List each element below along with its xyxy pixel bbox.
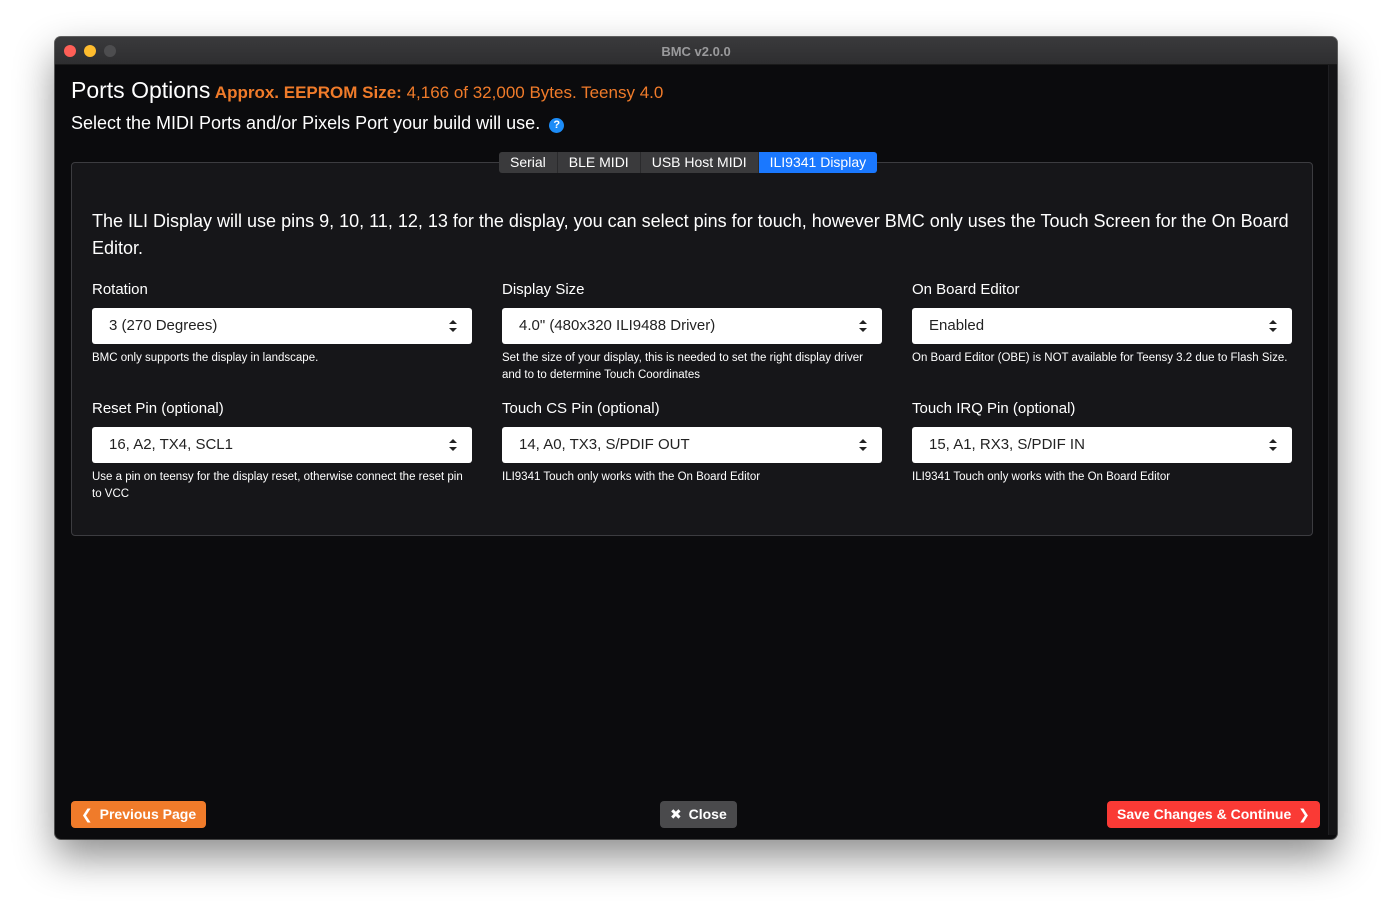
page-title: Ports Options bbox=[71, 77, 211, 103]
tab-ili9341-display[interactable]: ILI9341 Display bbox=[758, 152, 878, 173]
touch-cs-pin-help: ILI9341 Touch only works with the On Boa… bbox=[502, 471, 761, 483]
on-board-editor-label: On Board Editor bbox=[912, 281, 1020, 298]
page-subtitle: Select the MIDI Ports and/or Pixels Port… bbox=[71, 113, 565, 134]
previous-page-label: Previous Page bbox=[99, 806, 197, 822]
select-arrows-icon bbox=[859, 320, 867, 332]
panel-intro: The ILI Display will use pins 9, 10, 11,… bbox=[92, 211, 1289, 258]
reset-pin-field: Reset Pin (optional) 16, A2, TX4, SCL1 U… bbox=[92, 400, 472, 503]
touch-irq-pin-help: ILI9341 Touch only works with the On Boa… bbox=[912, 471, 1171, 483]
tab-panel: The ILI Display will use pins 9, 10, 11,… bbox=[71, 162, 1313, 536]
close-icon: ✖ bbox=[670, 806, 682, 822]
ports-tabs: Serial BLE MIDI USB Host MIDI ILI9341 Di… bbox=[499, 152, 878, 173]
touch-cs-pin-field: Touch CS Pin (optional) 14, A0, TX3, S/P… bbox=[502, 400, 882, 486]
display-size-field: Display Size 4.0" (480x320 ILI9488 Drive… bbox=[502, 281, 882, 384]
app-window: BMC v2.0.0 Ports Options Approx. EEPROM … bbox=[55, 37, 1337, 839]
select-arrows-icon bbox=[859, 439, 867, 451]
reset-pin-value: 16, A2, TX4, SCL1 bbox=[109, 436, 233, 453]
tab-usb-host-midi[interactable]: USB Host MIDI bbox=[640, 152, 759, 173]
rotation-help: BMC only supports the display in landsca… bbox=[92, 352, 319, 364]
reset-pin-help: Use a pin on teensy for the display rese… bbox=[92, 471, 463, 500]
subtitle-text: Select the MIDI Ports and/or Pixels Port… bbox=[71, 113, 541, 133]
tab-serial[interactable]: Serial bbox=[499, 152, 558, 173]
display-size-label: Display Size bbox=[502, 281, 585, 298]
touch-irq-pin-value: 15, A1, RX3, S/PDIF IN bbox=[929, 436, 1085, 453]
chevron-left-icon: ❮ bbox=[81, 806, 93, 822]
close-button[interactable]: ✖ Close bbox=[660, 801, 737, 828]
chevron-right-icon: ❯ bbox=[1298, 806, 1310, 822]
question-circle-icon[interactable]: ? bbox=[549, 118, 565, 133]
touch-cs-pin-select[interactable]: 14, A0, TX3, S/PDIF OUT bbox=[502, 427, 882, 463]
tab-ble-midi[interactable]: BLE MIDI bbox=[557, 152, 641, 173]
page-heading: Ports Options Approx. EEPROM Size: 4,166… bbox=[71, 77, 663, 104]
rotation-label: Rotation bbox=[92, 281, 148, 298]
select-arrows-icon bbox=[449, 439, 457, 451]
display-size-help: Set the size of your display, this is ne… bbox=[502, 352, 863, 381]
touch-irq-pin-field: Touch IRQ Pin (optional) 15, A1, RX3, S/… bbox=[912, 400, 1292, 486]
on-board-editor-field: On Board Editor Enabled On Board Editor … bbox=[912, 281, 1292, 367]
rotation-field: Rotation 3 (270 Degrees) BMC only suppor… bbox=[92, 281, 472, 367]
eeprom-value: 4,166 of 32,000 Bytes. Teensy 4.0 bbox=[406, 83, 664, 102]
reset-pin-select[interactable]: 16, A2, TX4, SCL1 bbox=[92, 427, 472, 463]
title-bar: BMC v2.0.0 bbox=[55, 37, 1337, 65]
save-label: Save Changes & Continue bbox=[1117, 806, 1292, 822]
rotation-value: 3 (270 Degrees) bbox=[109, 317, 218, 334]
select-arrows-icon bbox=[449, 320, 457, 332]
display-size-value: 4.0" (480x320 ILI9488 Driver) bbox=[519, 317, 716, 334]
select-arrows-icon bbox=[1269, 320, 1277, 332]
eeprom-info: Approx. EEPROM Size: 4,166 of 32,000 Byt… bbox=[215, 83, 664, 102]
touch-irq-pin-select[interactable]: 15, A1, RX3, S/PDIF IN bbox=[912, 427, 1292, 463]
window-title: BMC v2.0.0 bbox=[661, 44, 731, 59]
reset-pin-label: Reset Pin (optional) bbox=[92, 400, 224, 417]
save-continue-button[interactable]: Save Changes & Continue ❯ bbox=[1107, 801, 1320, 828]
rotation-select[interactable]: 3 (270 Degrees) bbox=[92, 308, 472, 344]
on-board-editor-value: Enabled bbox=[929, 317, 985, 334]
on-board-editor-select[interactable]: Enabled bbox=[912, 308, 1292, 344]
close-label: Close bbox=[688, 806, 727, 822]
vertical-scrollbar[interactable] bbox=[1328, 65, 1337, 835]
touch-cs-pin-label: Touch CS Pin (optional) bbox=[502, 400, 660, 417]
on-board-editor-help: On Board Editor (OBE) is NOT available f… bbox=[912, 352, 1288, 364]
touch-cs-pin-value: 14, A0, TX3, S/PDIF OUT bbox=[519, 436, 690, 453]
select-arrows-icon bbox=[1269, 439, 1277, 451]
previous-page-button[interactable]: ❮ Previous Page bbox=[71, 801, 207, 828]
display-size-select[interactable]: 4.0" (480x320 ILI9488 Driver) bbox=[502, 308, 882, 344]
touch-irq-pin-label: Touch IRQ Pin (optional) bbox=[912, 400, 1076, 417]
eeprom-label: Approx. EEPROM Size: bbox=[214, 83, 402, 102]
